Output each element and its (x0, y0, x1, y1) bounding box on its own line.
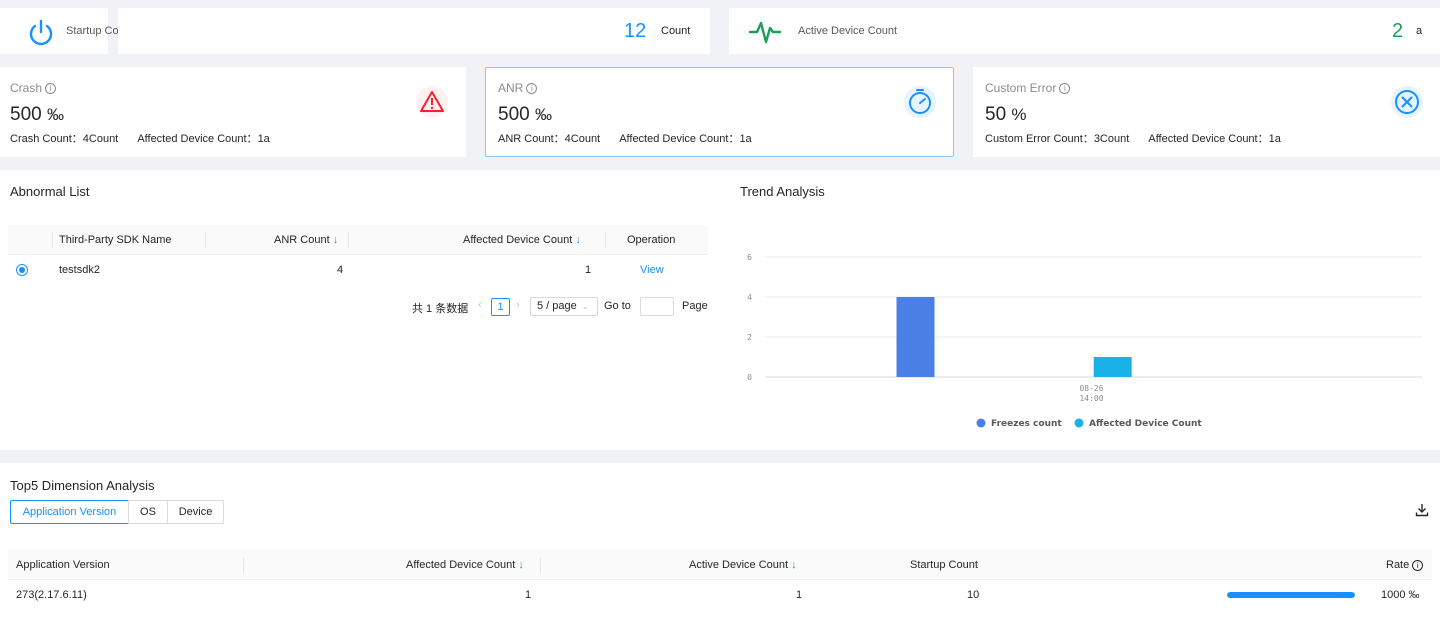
rate-progress-bar (1227, 592, 1355, 598)
active-device-card: Active Device Count 2 a (729, 8, 1440, 54)
info-icon: i (526, 82, 538, 94)
startup-icon-card: Startup Count (0, 8, 134, 54)
startup-count-unit: Count (661, 25, 691, 37)
version-cell: 273(2.17.6.11) (16, 589, 87, 601)
sdk-name-cell: testsdk2 (59, 264, 100, 276)
sort-desc-icon: ↓ (332, 234, 339, 246)
analysis-panel: Abnormal List Third-Party SDK Name ANR C… (0, 170, 1440, 450)
y-tick-label: 2 (747, 333, 752, 342)
col-operation: Operation (627, 234, 676, 246)
info-icon: i (45, 82, 57, 94)
page-label: Page (682, 300, 708, 312)
pulse-icon (747, 17, 783, 47)
page-1-button[interactable]: 1 (491, 298, 510, 316)
active-device-label: Active Device Count (798, 25, 898, 37)
col-rate: Rate i (1386, 559, 1424, 571)
y-tick-label: 4 (747, 293, 752, 302)
rate-cell: 1000 ‰ (1381, 589, 1420, 601)
page-size-select[interactable]: 5 / page ⌄ (530, 297, 598, 316)
active-cell: 1 (796, 589, 803, 601)
x-tick-label: 08-26 (1079, 384, 1103, 393)
legend-marker (976, 418, 986, 428)
startup-count-value: 12 (624, 20, 647, 42)
bar-affected-device-count (1093, 357, 1132, 377)
anr-rate: 500 ‰ (498, 104, 552, 125)
goto-page-input[interactable] (640, 297, 674, 316)
y-tick-label: 6 (747, 253, 752, 262)
trend-analysis-title: Trend Analysis (740, 184, 825, 199)
anr-counts: ANR Count：4Count Affected Device Count：1… (498, 133, 752, 145)
close-circle-icon (1385, 86, 1429, 118)
warning-icon (410, 86, 454, 118)
legend-marker (1074, 418, 1084, 428)
startup-count-card: 12 Count (118, 8, 710, 54)
x-tick-label: 14:00 (1079, 394, 1103, 403)
table-row: testsdk2 4 1 View (8, 255, 708, 285)
view-link[interactable]: View (640, 264, 664, 276)
next-page-icon[interactable]: › (516, 299, 520, 311)
tab-os[interactable]: OS (128, 500, 168, 524)
crash-card: Crash i 500 ‰ Crash Count：4Count Affected… (0, 67, 466, 157)
info-icon: i (1059, 82, 1071, 94)
rate-progress-fill (1227, 592, 1355, 598)
abnormal-list-title: Abnormal List (10, 184, 90, 199)
top5-panel: Top5 Dimension Analysis Application Vers… (0, 463, 1440, 643)
legend-label: Affected Device Count (1089, 419, 1202, 429)
sort-desc-icon: ↓ (518, 559, 524, 571)
abnormal-table-header: Third-Party SDK Name ANR Count ↓ Affecte… (8, 225, 708, 255)
custom-error-rate: 50 % (985, 104, 1027, 125)
top5-table-header: Application Version Affected Device Coun… (8, 550, 1432, 580)
col-anr-count[interactable]: ANR Count ↓ (274, 234, 338, 246)
custom-error-counts: Custom Error Count：3Count Affected Devic… (985, 133, 1281, 145)
active-device-unit: a (1416, 25, 1423, 37)
table-row: 273(2.17.6.11) 1 1 10 1000 ‰ (8, 580, 1432, 610)
info-icon: i (1412, 559, 1424, 571)
anr-count-cell: 4 (337, 264, 344, 276)
affected-cell: 1 (525, 589, 532, 601)
col-startup-count: Startup Count (910, 559, 978, 571)
download-icon[interactable] (1415, 503, 1429, 517)
power-icon (26, 18, 56, 48)
row-radio[interactable] (16, 264, 28, 276)
crash-rate: 500 ‰ (10, 104, 64, 125)
sort-desc-icon: ↓ (575, 234, 581, 246)
col-active-device-count[interactable]: Active Device Count ↓ (689, 559, 797, 571)
top5-title: Top5 Dimension Analysis (10, 478, 155, 493)
col-affected-device-count[interactable]: Affected Device Count ↓ (463, 234, 581, 246)
col-application-version: Application Version (16, 559, 110, 571)
custom-error-title: Custom Error i (985, 81, 1071, 95)
crash-title: Crash i (10, 81, 57, 95)
timer-icon (898, 86, 942, 118)
chevron-down-icon: ⌄ (581, 301, 590, 311)
affected-count-cell: 1 (585, 264, 592, 276)
active-device-value: 2 (1392, 20, 1404, 42)
tab-device[interactable]: Device (167, 500, 224, 524)
prev-page-icon[interactable]: ‹ (478, 299, 482, 311)
anr-title: ANR i (498, 81, 538, 95)
pagination-total: 共 1 条数据 (412, 303, 469, 315)
anr-card[interactable]: ANR i 500 ‰ ANR Count：4Count Affected Dev… (485, 67, 954, 157)
sort-desc-icon: ↓ (791, 559, 797, 571)
col-affected-device-count[interactable]: Affected Device Count ↓ (406, 559, 524, 571)
legend-label: Freezes count (991, 419, 1062, 429)
trend-chart: 0 2 4 6 08-2614:00 Freezes count Affected Devi… (747, 253, 1422, 429)
goto-label: Go to (604, 300, 631, 312)
startup-cell: 10 (967, 589, 980, 601)
y-tick-label: 0 (747, 373, 752, 382)
col-sdk-name: Third-Party SDK Name (59, 234, 172, 246)
tab-application-version[interactable]: Application Version (10, 500, 129, 524)
bar-freezes-count (896, 297, 935, 377)
custom-error-card: Custom Error i 50 % Custom Error Count：3C… (973, 67, 1440, 157)
crash-counts: Crash Count：4Count Affected Device Count… (10, 133, 270, 145)
